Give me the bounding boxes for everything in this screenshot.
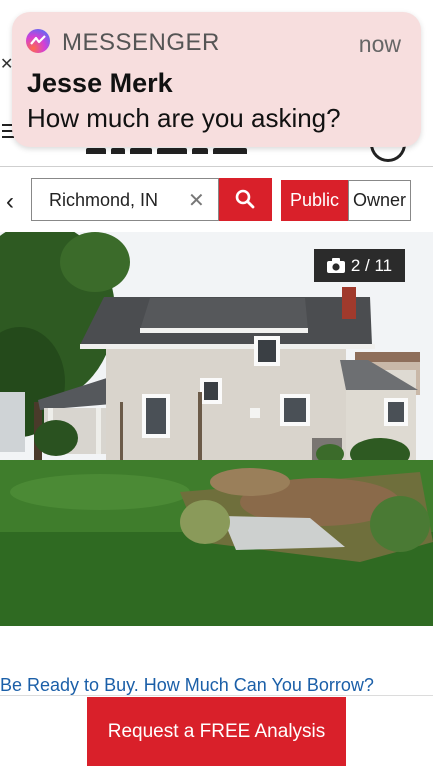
notification-sender: Jesse Merk	[27, 68, 173, 98]
request-analysis-button[interactable]: Request a FREE Analysis	[87, 697, 346, 766]
notification-time: now	[358, 31, 401, 57]
messenger-notification[interactable]: MESSENGER now Jesse Merk How much are yo…	[12, 12, 421, 147]
back-chevron-icon[interactable]: ‹	[6, 188, 14, 216]
messenger-icon	[26, 29, 50, 53]
photo-counter-text: 2 / 11	[350, 255, 393, 275]
search-value[interactable]: Richmond, IN	[49, 190, 158, 211]
photo-counter[interactable]: 2 / 11	[314, 249, 405, 282]
search-icon	[235, 189, 255, 209]
clear-search-icon[interactable]: ✕	[188, 188, 205, 213]
divider	[0, 695, 433, 696]
borrow-ad-link[interactable]: Be Ready to Buy. How Much Can You Borrow…	[0, 675, 374, 696]
notification-message: How much are you asking?	[27, 103, 341, 133]
camera-icon	[326, 258, 345, 273]
filter-public-toggle[interactable]: Public	[281, 180, 348, 221]
notification-app-name: MESSENGER	[62, 29, 220, 56]
search-button[interactable]	[219, 178, 272, 221]
filter-owner-toggle[interactable]: Owner	[348, 180, 411, 221]
property-photo[interactable]	[0, 232, 433, 626]
location-search-input[interactable]: Richmond, IN ✕	[31, 178, 219, 221]
